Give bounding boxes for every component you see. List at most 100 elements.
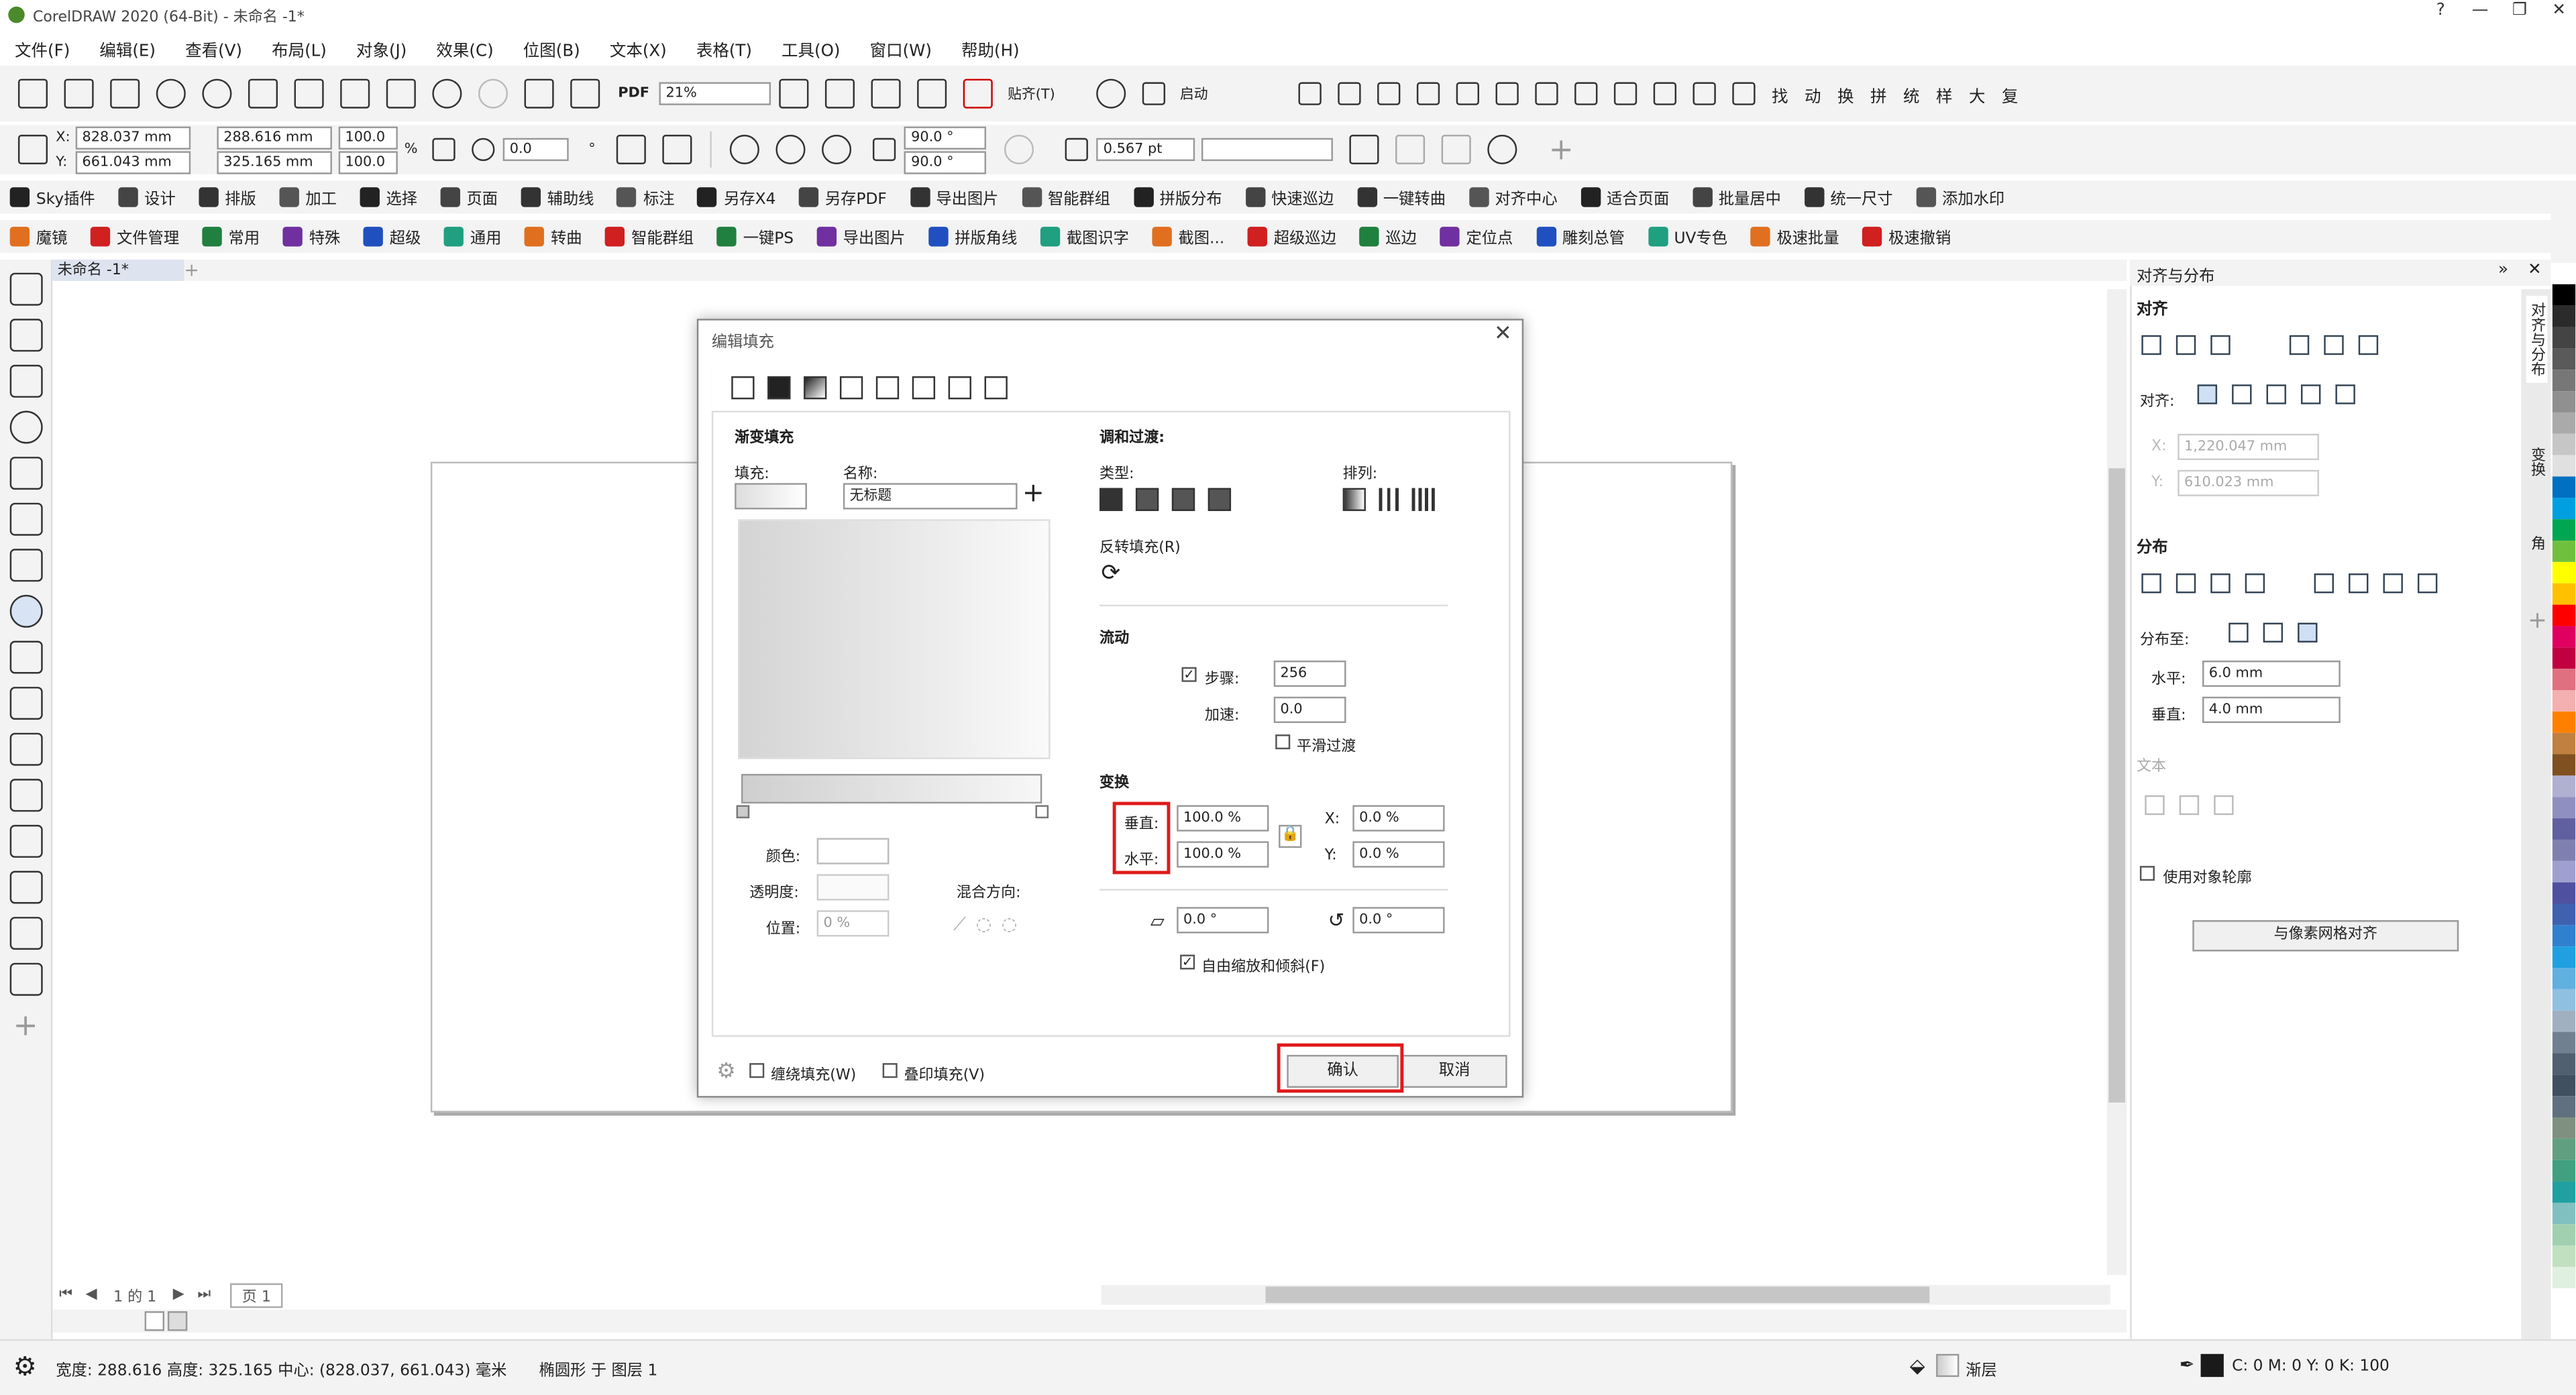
palette-swatch-25[interactable] xyxy=(2552,797,2576,819)
minimize-button[interactable]: — xyxy=(2462,1,2498,26)
uniform-fill-icon[interactable] xyxy=(767,375,791,399)
align-top-icon[interactable] xyxy=(2289,335,2310,355)
reverse-fill-icon[interactable]: ⟳ xyxy=(1102,560,1121,586)
connector-tool-icon[interactable] xyxy=(9,779,43,812)
snap-off-icon[interactable] xyxy=(963,78,994,109)
no-fill-swatch[interactable] xyxy=(144,1311,164,1331)
plugin-icon-2[interactable] xyxy=(1338,82,1361,105)
scale-x-field[interactable]: 100.0 xyxy=(338,125,398,149)
copy-icon[interactable] xyxy=(340,78,370,109)
y-position-field[interactable]: 661.043 mm xyxy=(75,150,191,174)
distribute-vertical-field[interactable]: 4.0 mm xyxy=(2202,696,2341,723)
start-node-handle[interactable] xyxy=(736,805,750,819)
lock-aspect-icon[interactable]: 🔒 xyxy=(1279,824,1302,848)
fountain-fill-icon[interactable] xyxy=(804,375,827,399)
steps-checkbox[interactable]: ✓ xyxy=(1181,667,1197,682)
plugin_bar-item-17[interactable]: 批量居中 xyxy=(1692,186,1788,209)
overprint-checkbox[interactable] xyxy=(882,1063,898,1078)
wrap-fill-checkbox[interactable] xyxy=(749,1063,765,1078)
palette-swatch-5[interactable] xyxy=(2552,370,2576,392)
open-icon[interactable] xyxy=(64,78,94,109)
new-document-icon[interactable] xyxy=(17,78,48,109)
plugin_bar2-item-12[interactable]: 截图... xyxy=(1152,225,1231,248)
node-color-picker[interactable] xyxy=(816,838,890,864)
distribute-horizontal-field[interactable]: 6.0 mm xyxy=(2202,660,2341,687)
width-field[interactable]: 288.616 mm xyxy=(217,125,332,149)
plugin_bar2-item-2[interactable]: 常用 xyxy=(202,225,266,248)
dialog-close-icon[interactable]: ✕ xyxy=(1494,322,1512,347)
plugin_bar2-item-11[interactable]: 截图识字 xyxy=(1040,225,1136,248)
palette-swatch-8[interactable] xyxy=(2552,433,2576,455)
cancel-button[interactable]: 取消 xyxy=(1401,1054,1507,1088)
transparency-tool-icon[interactable] xyxy=(9,871,43,904)
import-icon[interactable] xyxy=(524,78,554,109)
prev-page-icon[interactable]: ◀ xyxy=(86,1286,97,1303)
next-page-icon[interactable]: ▶ xyxy=(173,1286,184,1303)
distribute-center-v-icon[interactable] xyxy=(2349,573,2369,594)
mirror-vertical-icon[interactable] xyxy=(663,134,693,164)
grid-align-icon[interactable] xyxy=(2301,384,2321,404)
plugin_bar-item-2[interactable]: 排版 xyxy=(199,186,263,209)
parallel-dimension-icon[interactable] xyxy=(9,732,43,766)
print-icon[interactable] xyxy=(248,78,278,109)
plugin_bar2-item-15[interactable]: 定位点 xyxy=(1440,225,1519,248)
object-origin-icon[interactable] xyxy=(17,134,48,164)
plugin_bar-item-15[interactable]: 对齐中心 xyxy=(1468,186,1564,209)
align-left-icon[interactable] xyxy=(2141,335,2161,355)
fill-indicator[interactable] xyxy=(1936,1353,1960,1378)
launch-icon[interactable] xyxy=(1142,82,1165,105)
palette-swatch-2[interactable] xyxy=(2552,305,2576,327)
cloud-upload-icon[interactable] xyxy=(202,78,232,109)
scale-y-field[interactable]: 100.0 xyxy=(338,150,398,174)
palette-swatch-13[interactable] xyxy=(2552,541,2576,562)
texture-fill-icon[interactable] xyxy=(948,375,971,399)
palette-swatch-33[interactable] xyxy=(2552,968,2576,989)
start-angle-field[interactable]: 90.0 ° xyxy=(904,125,987,149)
end-node-handle[interactable] xyxy=(1035,805,1049,819)
gradient-ramp[interactable] xyxy=(741,773,1042,804)
end-angle-field[interactable]: 90.0 ° xyxy=(904,150,987,174)
palette-swatch-1[interactable] xyxy=(2552,284,2576,306)
menu-item-3[interactable]: 布局(L) xyxy=(272,36,327,60)
polygon-tool-icon[interactable] xyxy=(9,640,43,674)
docker-tab-transform[interactable]: 变换 xyxy=(2526,441,2548,484)
distribute-center-h-icon[interactable] xyxy=(2176,573,2196,594)
specified-point-icon[interactable] xyxy=(2335,384,2355,404)
align-y-field[interactable]: 610.023 mm xyxy=(2178,469,2319,496)
mirror-arrange-icon[interactable] xyxy=(1411,488,1435,511)
vertical-scroll-thumb[interactable] xyxy=(2108,468,2125,1103)
palette-swatch-39[interactable] xyxy=(2552,1096,2576,1117)
drop-shadow-icon[interactable] xyxy=(9,824,43,858)
quick-label-1[interactable]: 动 xyxy=(1805,81,1821,106)
plugin_bar2-item-8[interactable]: 一键PS xyxy=(716,225,800,248)
redo-icon[interactable] xyxy=(478,78,508,109)
postscript-fill-icon[interactable] xyxy=(984,375,1008,399)
object-spacing-icon[interactable] xyxy=(2298,622,2318,643)
page-tab[interactable]: 页 1 xyxy=(230,1282,283,1307)
linear-type-icon[interactable] xyxy=(1099,488,1123,511)
rulers-icon[interactable] xyxy=(825,78,855,109)
quick-label-0[interactable]: 找 xyxy=(1772,81,1788,106)
cut-icon[interactable] xyxy=(294,78,324,109)
text-line-icon[interactable] xyxy=(2179,795,2200,816)
palette-swatch-12[interactable] xyxy=(2552,519,2576,541)
palette-swatch-34[interactable] xyxy=(2552,989,2576,1011)
palette-swatch-24[interactable] xyxy=(2552,775,2576,797)
to-front-icon[interactable] xyxy=(1395,134,1426,164)
plugin_bar2-item-3[interactable]: 特殊 xyxy=(282,225,347,248)
node-transparency-field[interactable] xyxy=(816,874,890,901)
plugin_bar-item-18[interactable]: 统一尺寸 xyxy=(1804,186,1899,209)
distribute-spacing-h-icon[interactable] xyxy=(2210,573,2231,594)
palette-swatch-46[interactable] xyxy=(2552,1245,2576,1267)
artistic-media-icon[interactable] xyxy=(9,502,43,536)
first-page-icon[interactable]: ⏮ xyxy=(59,1286,72,1303)
ellipse-mode-icon[interactable] xyxy=(730,134,760,164)
last-page-icon[interactable]: ⏭ xyxy=(197,1286,211,1303)
plugin_bar-item-1[interactable]: 设计 xyxy=(117,186,182,209)
palette-swatch-11[interactable] xyxy=(2552,498,2576,520)
text-baseline-icon[interactable] xyxy=(2145,795,2165,816)
restore-button[interactable]: ❐ xyxy=(2502,1,2538,26)
menu-item-10[interactable]: 窗口(W) xyxy=(870,36,932,60)
use-outline-checkbox[interactable] xyxy=(2139,866,2155,881)
distribute-spacing-v-icon[interactable] xyxy=(2383,573,2403,594)
